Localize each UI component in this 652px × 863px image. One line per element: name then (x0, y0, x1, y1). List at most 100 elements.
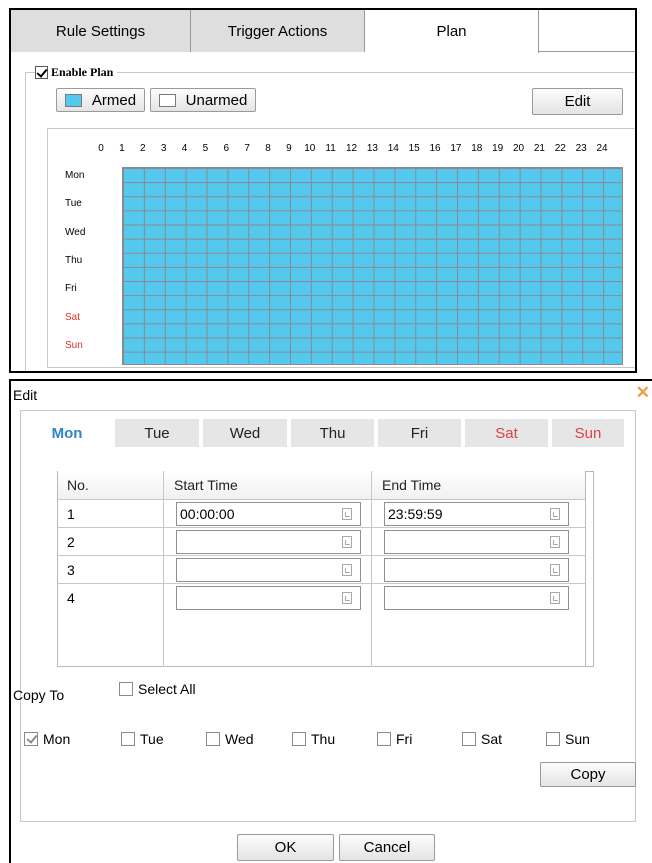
tab-plan[interactable]: Plan (365, 10, 539, 53)
time-picker-icon[interactable] (342, 508, 352, 520)
hour-label: 6 (223, 143, 230, 154)
edit-button-label: Edit (564, 93, 591, 110)
end-time-input[interactable]: 23:59:59 (384, 502, 569, 526)
row-number: 4 (67, 590, 75, 606)
copy-day-label: Sun (565, 731, 590, 747)
hour-label: 23 (575, 143, 587, 154)
day-label: Thu (65, 254, 83, 266)
copy-option-mon[interactable]: Mon (24, 731, 70, 747)
header-label: No. (67, 477, 89, 493)
copy-day-label: Mon (43, 731, 71, 747)
time-picker-icon[interactable] (342, 536, 352, 548)
row-divider (57, 527, 585, 528)
hour-label: 9 (286, 143, 292, 154)
copy-to-label: Copy To (13, 687, 64, 703)
hour-label: 17 (450, 143, 462, 154)
hour-label: 3 (160, 143, 167, 154)
copy-checkbox-fri[interactable] (377, 732, 391, 746)
start-time-input[interactable] (176, 558, 361, 582)
copy-option-tue[interactable]: Tue (121, 731, 164, 747)
copy-button-label: Copy (570, 766, 606, 783)
time-picker-icon[interactable] (550, 508, 560, 520)
copy-option-thu[interactable]: Thu (292, 731, 335, 747)
copy-checkbox-sun[interactable] (546, 732, 560, 746)
copy-option-wed[interactable]: Wed (206, 731, 254, 747)
unarmed-button[interactable]: Unarmed (150, 88, 256, 112)
copy-day-label: Wed (225, 731, 254, 747)
start-time-input[interactable] (176, 586, 361, 610)
hour-label: 20 (512, 143, 525, 154)
armed-swatch (64, 93, 82, 107)
end-time-value: 23:59:59 (388, 506, 443, 522)
tab-label: Trigger Actions (227, 22, 328, 40)
enable-plan-checkbox[interactable] (35, 66, 48, 79)
day-label: Sat (65, 311, 81, 323)
enable-plan-label: Enable Plan (51, 65, 114, 79)
hour-label: 0 (98, 143, 104, 154)
start-time-input[interactable] (176, 530, 361, 554)
time-picker-icon[interactable] (342, 564, 352, 576)
select-all-option[interactable]: Select All (119, 681, 196, 697)
end-time-input[interactable] (384, 586, 569, 610)
tab-day-sun[interactable]: Sun (552, 419, 624, 447)
copy-day-label: Fri (396, 731, 413, 747)
hour-label: 1 (119, 143, 125, 154)
tab-day-fri[interactable]: Fri (378, 419, 461, 447)
row-divider (57, 499, 585, 500)
hour-label: 14 (387, 143, 399, 154)
time-picker-icon[interactable] (550, 592, 560, 604)
row-number: 2 (67, 534, 75, 550)
tab-day-tue[interactable]: Tue (115, 419, 199, 447)
close-icon[interactable]: ✕ (636, 383, 650, 403)
edit-button[interactable]: Edit (532, 88, 623, 115)
hour-label: 19 (492, 143, 504, 154)
copy-checkbox-thu[interactable] (292, 732, 306, 746)
select-all-checkbox[interactable] (119, 682, 133, 696)
copy-button[interactable]: Copy (540, 762, 636, 787)
start-time-value: 00:00:00 (180, 506, 235, 522)
hour-label: 16 (429, 143, 441, 154)
hour-label: 2 (139, 143, 146, 154)
copy-checkbox-sat[interactable] (462, 732, 476, 746)
copy-checkbox-tue[interactable] (121, 732, 135, 746)
dialog-title: Edit (13, 387, 38, 403)
end-time-input[interactable] (384, 530, 569, 554)
hour-label: 8 (265, 143, 271, 154)
time-picker-icon[interactable] (550, 536, 560, 548)
tab-label: Plan (436, 23, 467, 40)
day-label: Wed (65, 226, 86, 238)
tab-label: Rule Settings (55, 22, 146, 40)
time-picker-icon[interactable] (342, 592, 352, 604)
armed-button[interactable]: Armed (56, 88, 145, 112)
row-number: 3 (67, 562, 75, 578)
plan-panel: Rule Settings Trigger Actions Plan Enabl… (9, 8, 637, 373)
copy-option-fri[interactable]: Fri (377, 731, 412, 747)
schedule-grid[interactable] (122, 167, 623, 365)
cancel-button-label: Cancel (363, 839, 411, 856)
tab-day-wed[interactable]: Wed (203, 419, 287, 447)
tab-day-mon[interactable]: Mon (23, 419, 111, 447)
day-label: Sun (65, 339, 83, 351)
copy-option-sat[interactable]: Sat (462, 731, 502, 747)
table-scrollbar[interactable] (585, 471, 594, 667)
copy-checkbox-mon[interactable] (24, 732, 38, 746)
start-time-input[interactable]: 00:00:00 (176, 502, 361, 526)
hour-label: 21 (533, 143, 545, 154)
time-picker-icon[interactable] (550, 564, 560, 576)
copy-checkbox-wed[interactable] (206, 732, 220, 746)
end-time-input[interactable] (384, 558, 569, 582)
row-divider (57, 583, 585, 584)
cancel-button[interactable]: Cancel (339, 834, 435, 861)
ok-button[interactable]: OK (237, 834, 334, 861)
hour-label: 11 (325, 143, 336, 154)
col-header-start: Start Time (164, 471, 371, 499)
copy-option-sun[interactable]: Sun (546, 731, 590, 747)
tab-day-thu[interactable]: Thu (291, 419, 374, 447)
header-label: End Time (382, 477, 442, 493)
enable-plan-row[interactable]: Enable Plan (35, 65, 118, 80)
tab-rule-settings[interactable]: Rule Settings (11, 10, 191, 52)
tab-trigger-actions[interactable]: Trigger Actions (191, 10, 365, 52)
select-all-label: Select All (138, 681, 196, 697)
col-header-no: No. (58, 471, 163, 499)
tab-day-sat[interactable]: Sat (465, 419, 548, 447)
